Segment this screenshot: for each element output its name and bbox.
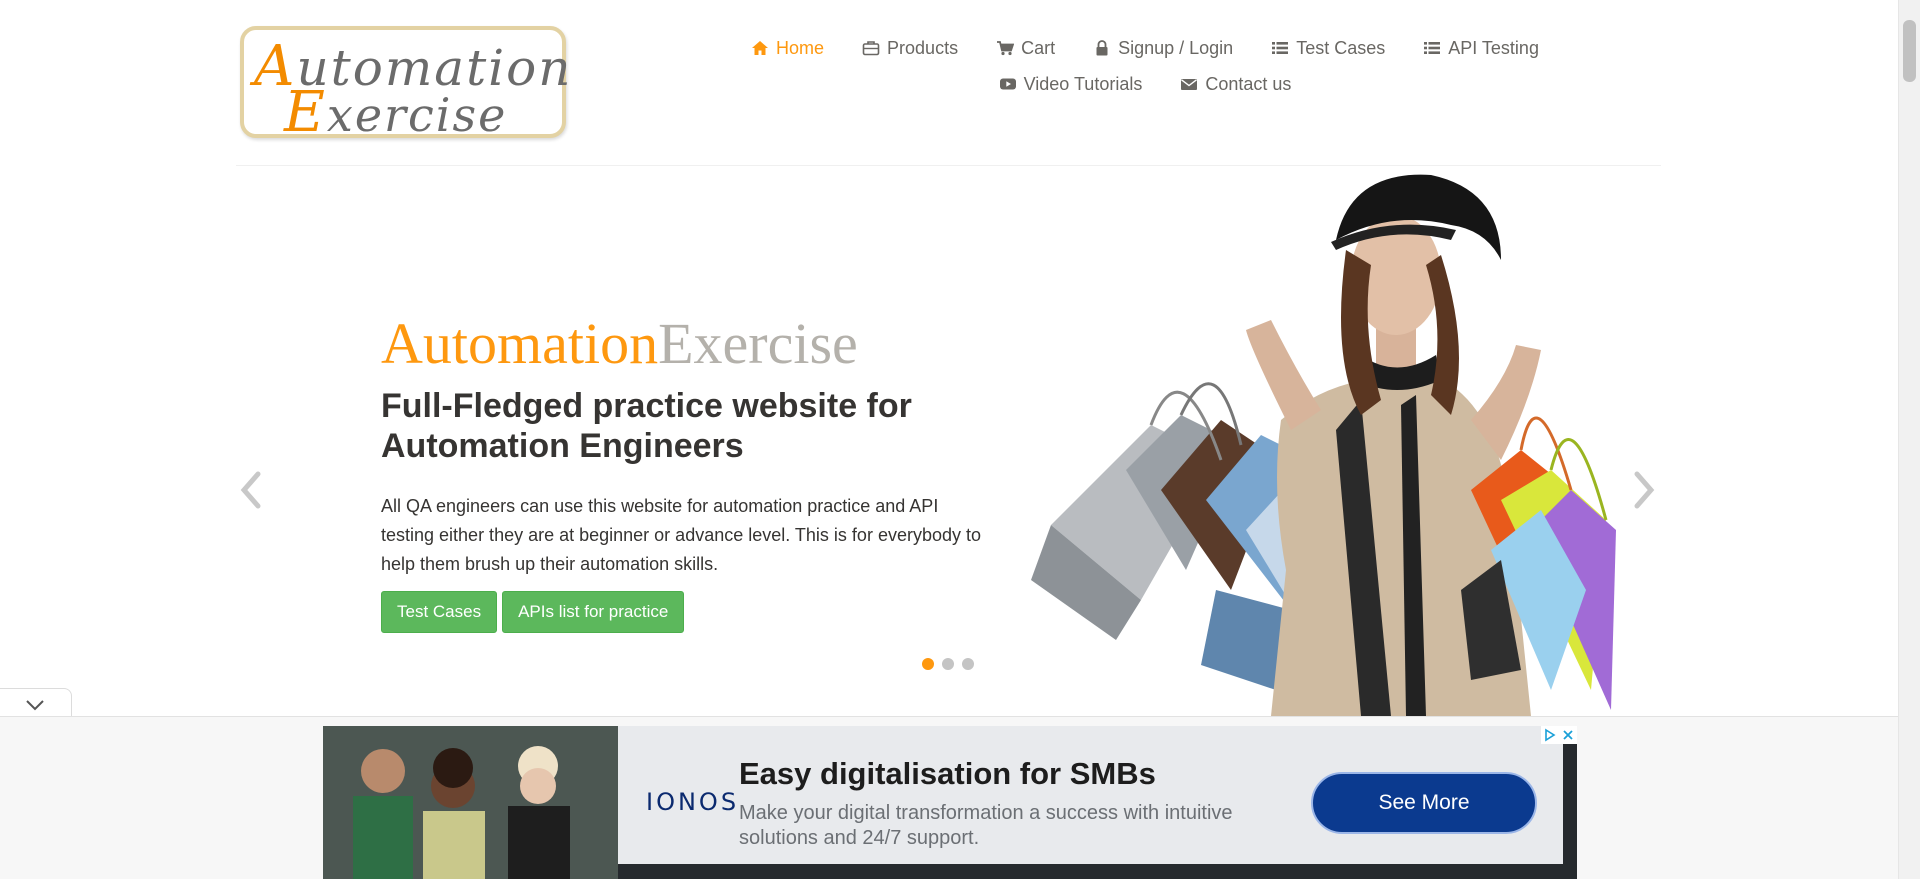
- envelope-icon: [1180, 76, 1198, 92]
- slider-prev-button[interactable]: [236, 460, 266, 520]
- ad-collapse-toggle[interactable]: [0, 688, 72, 718]
- list-icon: [1271, 40, 1289, 56]
- hero-shopping-girl-image: [1031, 174, 1616, 716]
- nav-home[interactable]: Home: [751, 38, 824, 59]
- hero-slider: AutomationExercise Full-Fledged practice…: [236, 170, 1661, 716]
- nav-test-cases-label: Test Cases: [1296, 37, 1386, 58]
- nav-home-label: Home: [776, 37, 825, 58]
- main-nav: Home Products Cart Signup / Login Test C…: [730, 30, 1560, 102]
- page-scrollbar[interactable]: [1898, 0, 1920, 879]
- nav-row-1: Home Products Cart Signup / Login Test C…: [730, 30, 1560, 66]
- slide-indicator-2[interactable]: [942, 658, 954, 670]
- ad-content-panel: IONOS Easy digitalisation for SMBs Make …: [618, 726, 1563, 864]
- hero-title: Full-Fledged practice website for Automa…: [381, 387, 912, 465]
- home-icon: [751, 40, 769, 56]
- site-header: Automation Exercise Home Products Cart S…: [236, 0, 1661, 166]
- slide-indicator-1[interactable]: [922, 658, 934, 670]
- logo-line-2: Exercise: [284, 80, 508, 145]
- scrollbar-thumb[interactable]: [1903, 20, 1916, 82]
- ad-subtext: Make your digital transformation a succe…: [739, 802, 1233, 849]
- nav-api-testing[interactable]: API Testing: [1423, 38, 1539, 59]
- nav-cart-label: Cart: [1021, 37, 1056, 58]
- nav-row-2: Video Tutorials Contact us: [730, 66, 1560, 102]
- ad-info-icon[interactable]: [1543, 728, 1557, 742]
- hero-description: All QA engineers can use this website fo…: [381, 496, 982, 574]
- chevron-left-icon: [240, 471, 261, 509]
- nav-contact-us-label: Contact us: [1205, 73, 1292, 94]
- nav-signup-login-label: Signup / Login: [1118, 37, 1234, 58]
- cart-icon: [996, 40, 1015, 56]
- youtube-play-icon: [999, 76, 1017, 92]
- nav-test-cases[interactable]: Test Cases: [1271, 38, 1385, 59]
- ad-banner[interactable]: IONOS Easy digitalisation for SMBs Make …: [323, 726, 1577, 879]
- close-icon[interactable]: [1561, 728, 1575, 742]
- chevron-right-icon: [1634, 471, 1655, 509]
- nav-products[interactable]: Products: [862, 38, 958, 59]
- ad-headline: Easy digitalisation for SMBs: [739, 756, 1156, 791]
- ad-see-more-button[interactable]: See More: [1311, 772, 1537, 834]
- lock-icon: [1093, 40, 1111, 56]
- site-logo[interactable]: Automation Exercise: [240, 26, 570, 145]
- nav-contact-us[interactable]: Contact us: [1180, 74, 1291, 95]
- page: Automation Exercise Home Products Cart S…: [0, 0, 1920, 879]
- hero-brand: AutomationExercise: [381, 311, 858, 376]
- nav-video-tutorials[interactable]: Video Tutorials: [999, 73, 1143, 95]
- slider-next-button[interactable]: [1629, 460, 1659, 520]
- briefcase-icon: [862, 40, 880, 56]
- chevron-down-icon: [26, 700, 44, 711]
- nav-products-label: Products: [887, 37, 959, 58]
- list-icon: [1423, 40, 1441, 56]
- test-cases-button[interactable]: Test Cases: [381, 591, 498, 633]
- ad-choices[interactable]: [1541, 726, 1577, 744]
- nav-video-tutorials-label: Video Tutorials: [1023, 73, 1143, 94]
- slider-indicators: [922, 658, 974, 670]
- ad-people-photo: [323, 726, 618, 879]
- nav-signup-login[interactable]: Signup / Login: [1093, 38, 1233, 59]
- nav-cart[interactable]: Cart: [996, 38, 1055, 59]
- apis-list-button[interactable]: APIs list for practice: [502, 591, 685, 633]
- nav-api-testing-label: API Testing: [1448, 37, 1539, 58]
- slide-indicator-3[interactable]: [962, 658, 974, 670]
- hero-buttons: Test Cases APIs list for practice: [381, 591, 685, 633]
- ad-brand-logo: IONOS: [646, 788, 740, 816]
